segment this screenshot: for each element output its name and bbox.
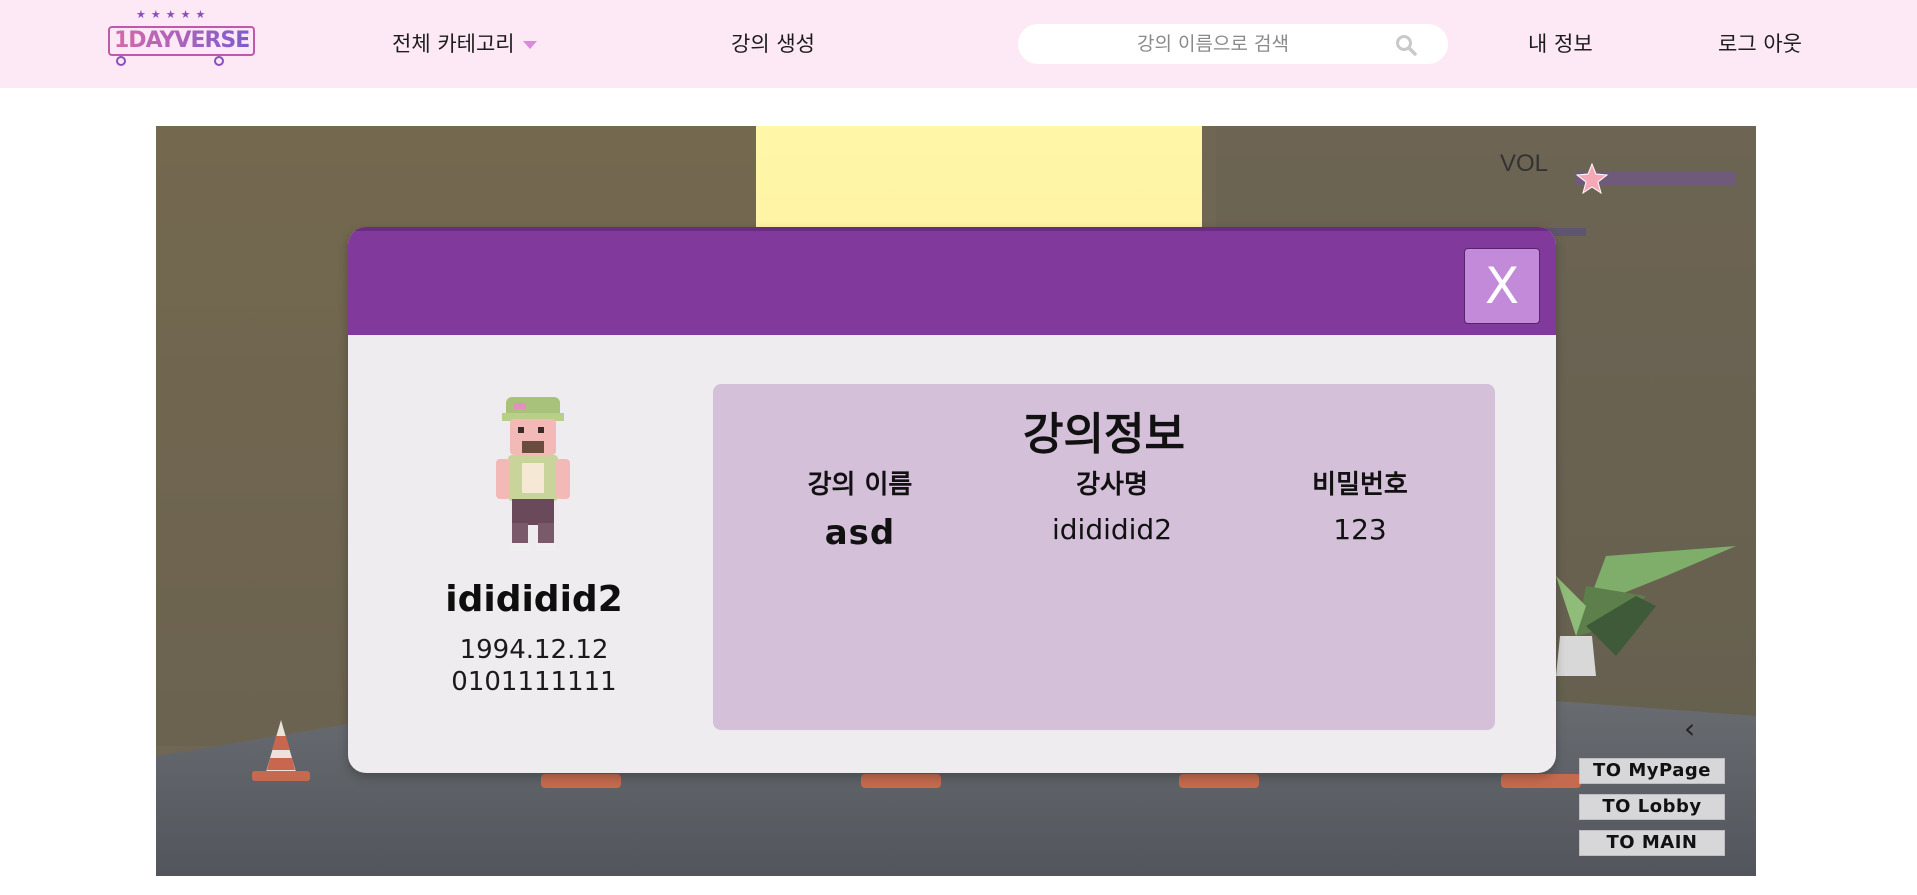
star-icon[interactable]: [1575, 162, 1609, 196]
instructor-header: 강사명: [1076, 470, 1148, 500]
user-birthdate: 1994.12.12: [459, 635, 609, 665]
logo-wheel-icon: [116, 56, 126, 66]
lecture-name-header: 강의 이름: [807, 470, 913, 500]
category-label: 전체 카테고리: [392, 32, 515, 56]
search-icon[interactable]: [1394, 33, 1418, 57]
volume-label: VOL: [1500, 150, 1549, 177]
plant-icon: [1556, 546, 1736, 676]
cone-base: [541, 774, 621, 788]
password-column: 비밀번호 123: [1240, 464, 1480, 546]
user-phone: 0101111111: [451, 667, 617, 697]
close-button[interactable]: X: [1464, 248, 1540, 324]
create-lecture-link[interactable]: 강의 생성: [731, 28, 815, 58]
site-logo[interactable]: ★★★★★ 1DAYVERSE: [106, 8, 256, 70]
user-name: idididid2: [445, 579, 623, 620]
traffic-cone-icon: [252, 720, 310, 781]
search-input[interactable]: [1038, 30, 1388, 58]
modal-header: X: [348, 227, 1556, 335]
lecture-info-modal: X idididid2 1994.12.12 0101111111 강의정보 강…: [348, 227, 1556, 773]
to-main-button[interactable]: TO MAIN: [1579, 830, 1725, 856]
cone-base: [1179, 774, 1259, 788]
chevron-left-icon[interactable]: ‹: [1684, 712, 1695, 745]
to-lobby-button[interactable]: TO Lobby: [1579, 794, 1725, 820]
caret-down-icon: [522, 41, 537, 49]
category-dropdown[interactable]: 전체 카테고리: [392, 28, 537, 58]
password-header: 비밀번호: [1312, 470, 1408, 500]
lecture-name-column: 강의 이름 asd: [740, 464, 980, 553]
to-mypage-button[interactable]: TO MyPage: [1579, 758, 1725, 784]
logout-link[interactable]: 로그 아웃: [1718, 28, 1802, 58]
lecture-info-title: 강의정보: [1023, 409, 1185, 460]
volume-control[interactable]: VOL: [1500, 146, 1750, 195]
logo-stars-icon: ★★★★★: [136, 8, 211, 21]
top-navbar: ★★★★★ 1DAYVERSE 전체 카테고리 강의 생성 내 정보 로그 아웃: [0, 0, 1917, 88]
instructor-value: idididid2: [1051, 513, 1173, 546]
cone-base: [861, 774, 941, 788]
logo-text: 1DAYVERSE: [108, 26, 256, 56]
search-bar: [1018, 24, 1448, 64]
instructor-column: 강사명 idididid2: [992, 464, 1232, 546]
user-avatar: [496, 397, 570, 551]
lecture-name-value: asd: [824, 513, 896, 553]
password-value: 123: [1333, 513, 1387, 546]
logo-wheel-icon: [214, 56, 224, 66]
my-info-link[interactable]: 내 정보: [1528, 28, 1593, 58]
cone-base: [1501, 774, 1581, 788]
lecture-info-panel: 강의정보 강의 이름 asd 강사명 idididid2 비밀번호 123: [713, 384, 1495, 730]
